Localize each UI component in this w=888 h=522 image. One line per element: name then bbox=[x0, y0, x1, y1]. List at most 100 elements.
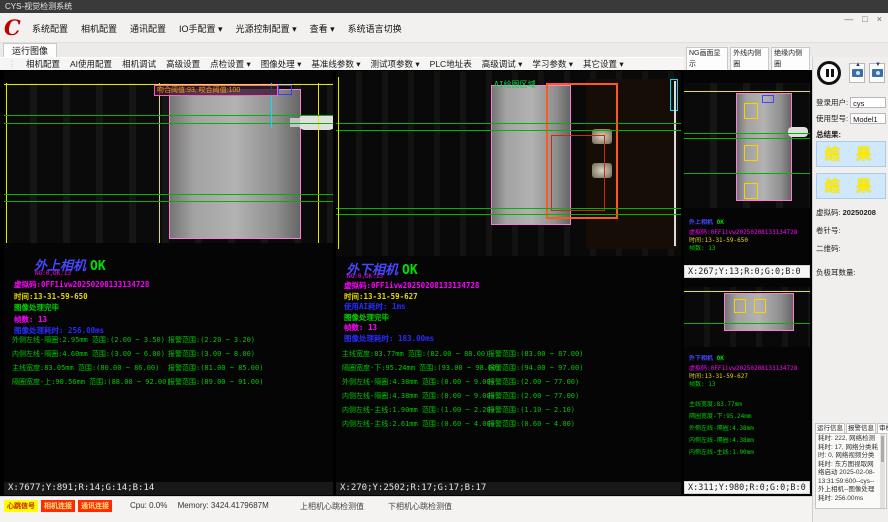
camera-upper-button[interactable]: ▲ bbox=[849, 63, 865, 83]
maximize-button[interactable]: □ bbox=[862, 14, 867, 24]
menu-camera-config[interactable]: 相机配置 bbox=[81, 22, 117, 35]
thumb-info-barcode: 虚拟码:0FF1ivw20250208133134728 bbox=[689, 229, 807, 237]
thumbnail-view-upper[interactable]: 外上相机 OK 虚拟码:0FF1ivw20250208133134728 时间:… bbox=[684, 71, 810, 265]
thumb-measurement: 隔圈宽度-下:95.24mm bbox=[689, 413, 807, 421]
tab-run-info[interactable]: 运行信息 bbox=[815, 423, 845, 433]
overlay-hline-green bbox=[336, 208, 681, 209]
measurement-row: 外侧左线-隔圈:4.38mm 范围:(0.00 ~ 9.00) 报警范围:(2.… bbox=[336, 375, 681, 389]
measurement-value: 外侧左线-隔圈:2.95mm 范围:(2.00 ~ 3.50) bbox=[12, 333, 165, 347]
scrollbar-thumb[interactable] bbox=[881, 436, 884, 462]
barcode-row: 虚拟码: 20250208 bbox=[816, 207, 886, 218]
close-button[interactable]: × bbox=[877, 14, 882, 24]
threshold-overlay-label: 吻合阈值:93, 咬合阈值:100 bbox=[154, 85, 278, 96]
measurement-list: 主线宽度:83.77mm 范围:(82.00 ~ 88.00) 报警范围:(83… bbox=[336, 347, 681, 439]
toolbar-baseline-params[interactable]: 基准线参数 ▾ bbox=[311, 58, 360, 70]
login-user-field[interactable]: cys bbox=[850, 97, 886, 108]
overlay-hline-green bbox=[336, 214, 681, 215]
log-scrollbar[interactable] bbox=[880, 434, 885, 508]
menu-io-config[interactable]: IO手配置 ▾ bbox=[179, 22, 223, 35]
measurement-value: 主线宽度:83.05mm 范围:(80.00 ~ 86.00) bbox=[12, 361, 159, 375]
upper-camera-heartbeat: 上相机心跳检测值 bbox=[300, 501, 364, 512]
app-logo-icon: C bbox=[4, 16, 26, 40]
tab-run-image[interactable]: 运行图像 bbox=[3, 43, 57, 57]
heartbeat-items: 上相机心跳检测值 下相机心跳检测值 bbox=[300, 501, 452, 512]
overlay-hline-green bbox=[684, 173, 810, 174]
menu-view[interactable]: 查看 ▾ bbox=[310, 22, 335, 35]
toolbar-camera-debug[interactable]: 相机调试 bbox=[122, 58, 156, 70]
coordinate-readout-thumb-lower: X:311;Y:980;R:0;G:0;B:0 bbox=[684, 481, 810, 494]
alarm-range: 报警范围:(2.00 ~ 77.00) bbox=[488, 375, 579, 389]
needle-label: 卷针号: bbox=[816, 225, 841, 236]
menu-system-config[interactable]: 系统配置 bbox=[32, 22, 68, 35]
result-ok-badge: OK bbox=[90, 259, 106, 274]
measurement-value: 内侧左线-隔圈:4.60mm 范围:(3.00 ~ 6.00) bbox=[12, 347, 165, 361]
measurement-value: 内侧左线-隔圈:4.38mm 范围:(0.00 ~ 9.00) bbox=[342, 389, 495, 403]
bright-edge bbox=[674, 81, 676, 246]
toolbar-spot-check[interactable]: 点检设置 ▾ bbox=[210, 58, 251, 70]
coordinate-readout-lower: X:270;Y:2502;R:17;G:17;B:17 bbox=[336, 482, 681, 495]
overlay-rect-blue bbox=[278, 85, 292, 95]
window-controls: — □ × bbox=[844, 14, 882, 24]
memory-usage: Memory: 3424.4179687M bbox=[178, 501, 269, 510]
camera-counter: NG:0,OK:13 bbox=[35, 270, 71, 277]
overlay-vline-yellow bbox=[318, 83, 319, 243]
toolbar-image-process[interactable]: 图像处理 ▾ bbox=[261, 58, 302, 70]
info-process-done: 图像处理完毕 bbox=[344, 313, 479, 324]
overlay-hline-green bbox=[4, 123, 333, 124]
alarm-range: 报警范围:(81.00 ~ 85.00) bbox=[168, 361, 263, 375]
toolbar-advanced-debug[interactable]: 高级调试 ▾ bbox=[482, 58, 523, 70]
camera-counter: NG:0,OK:13 bbox=[347, 273, 383, 280]
info-barcode: 虚拟码:0FF1ivw20250208133134728 bbox=[344, 281, 479, 292]
info-time: 时间:13-31-59-650 bbox=[14, 291, 149, 303]
camera-info-lines: 虚拟码:0FF1ivw20250208133134728 时间:13-31-59… bbox=[14, 279, 149, 337]
toolbar-plc-table[interactable]: PLC地址表 bbox=[430, 58, 472, 70]
cpu-usage: Cpu: 0.0% bbox=[130, 501, 167, 510]
thumb-tab-strip: NG画面显示 外线内侧圈 绝缘内侧圈 bbox=[684, 57, 810, 70]
log-textbox[interactable]: 耗时: 222, 网络检测耗时: 17, 网络分类耗时: 0, 网络视频分类耗时… bbox=[815, 433, 887, 509]
toolbar-ai-config[interactable]: AI使用配置 bbox=[70, 58, 112, 70]
toolbar-learn-params[interactable]: 学习参数 ▾ bbox=[532, 58, 573, 70]
camera-lower-button[interactable]: ▼ bbox=[869, 63, 885, 83]
minimize-button[interactable]: — bbox=[844, 14, 853, 24]
alarm-range: 报警范围:(0.60 ~ 4.00) bbox=[488, 417, 575, 431]
camera-view-lower[interactable]: AI绘图区域 外下相机OK NG:0,OK:13 虚拟码:0FF1ivw2025… bbox=[336, 71, 681, 482]
measurement-row: 主线宽度:83.05mm 范围:(80.00 ~ 86.00) 报警范围:(81… bbox=[4, 361, 333, 375]
barcode-label: 虚拟码: bbox=[816, 207, 841, 218]
thumbnail-view-lower[interactable]: 外下相机 OK 虚拟码:0FF1ivw20250208133134728 时间:… bbox=[684, 279, 810, 480]
pause-button[interactable] bbox=[817, 61, 841, 85]
overlay-hline-green bbox=[684, 138, 810, 139]
tab-ng-display[interactable]: NG画面显示 bbox=[686, 47, 728, 70]
tab-outer-inner-ring[interactable]: 外线内侧圈 bbox=[730, 47, 769, 70]
model-field[interactable]: Model1 bbox=[850, 113, 886, 124]
result-ok-badge: OK bbox=[717, 355, 724, 362]
result-box-lower: 结 果 bbox=[816, 173, 886, 199]
overlay-hline-green bbox=[4, 201, 333, 202]
qr-label: 二维码: bbox=[816, 243, 841, 254]
toolbar-advanced-settings[interactable]: 高级设置 bbox=[166, 58, 200, 70]
tab-insulation-inner-ring[interactable]: 绝缘内侧圈 bbox=[771, 47, 810, 70]
info-time: 时间:13-31-59-627 bbox=[344, 292, 479, 303]
heartbeat-badge: 心跳信号 bbox=[4, 500, 38, 512]
overlay-vline-yellow bbox=[6, 83, 7, 243]
thumb-result-title: 外下相机 OK bbox=[689, 355, 807, 363]
measurement-row: 内侧左线-隔圈:4.38mm 范围:(0.00 ~ 9.00) 报警范围:(2.… bbox=[336, 389, 681, 403]
overlay-vline-yellow bbox=[159, 83, 160, 243]
detect-box bbox=[754, 299, 766, 313]
overlay-hline-yellow bbox=[684, 91, 810, 92]
menu-language-switch[interactable]: 系统语言切换 bbox=[348, 22, 402, 35]
tab-alarm-info[interactable]: 报警信息 bbox=[846, 423, 876, 433]
measurement-value: 内侧左线-主线:2.61mm 范围:(0.60 ~ 4.00) bbox=[342, 417, 495, 431]
result-ok-badge: OK bbox=[402, 263, 418, 278]
toolbar-other-settings[interactable]: 其它设置 ▾ bbox=[583, 58, 624, 70]
overlay-hline-green bbox=[4, 194, 333, 195]
camera-view-upper[interactable]: 吻合阈值:93, 咬合阈值:100 外上相机OK NG:0,OK:13 虚拟码:… bbox=[4, 71, 333, 482]
result-box-upper: 结 果 bbox=[816, 141, 886, 167]
menu-light-config[interactable]: 光源控制配置 ▾ bbox=[236, 22, 297, 35]
toolbar-camera-config[interactable]: 相机配置 bbox=[26, 58, 60, 70]
menu-comm-config[interactable]: 通讯配置 bbox=[130, 22, 166, 35]
total-result-label: 总结果: bbox=[816, 129, 841, 140]
thumb-info-time: 时间:13-31-59-627 bbox=[689, 373, 807, 381]
toolbar-test-params[interactable]: 测试项参数 ▾ bbox=[371, 58, 420, 70]
info-frame-count: 帧数: 13 bbox=[344, 323, 479, 334]
tab-audit-info[interactable]: 审核信息 bbox=[877, 423, 888, 433]
